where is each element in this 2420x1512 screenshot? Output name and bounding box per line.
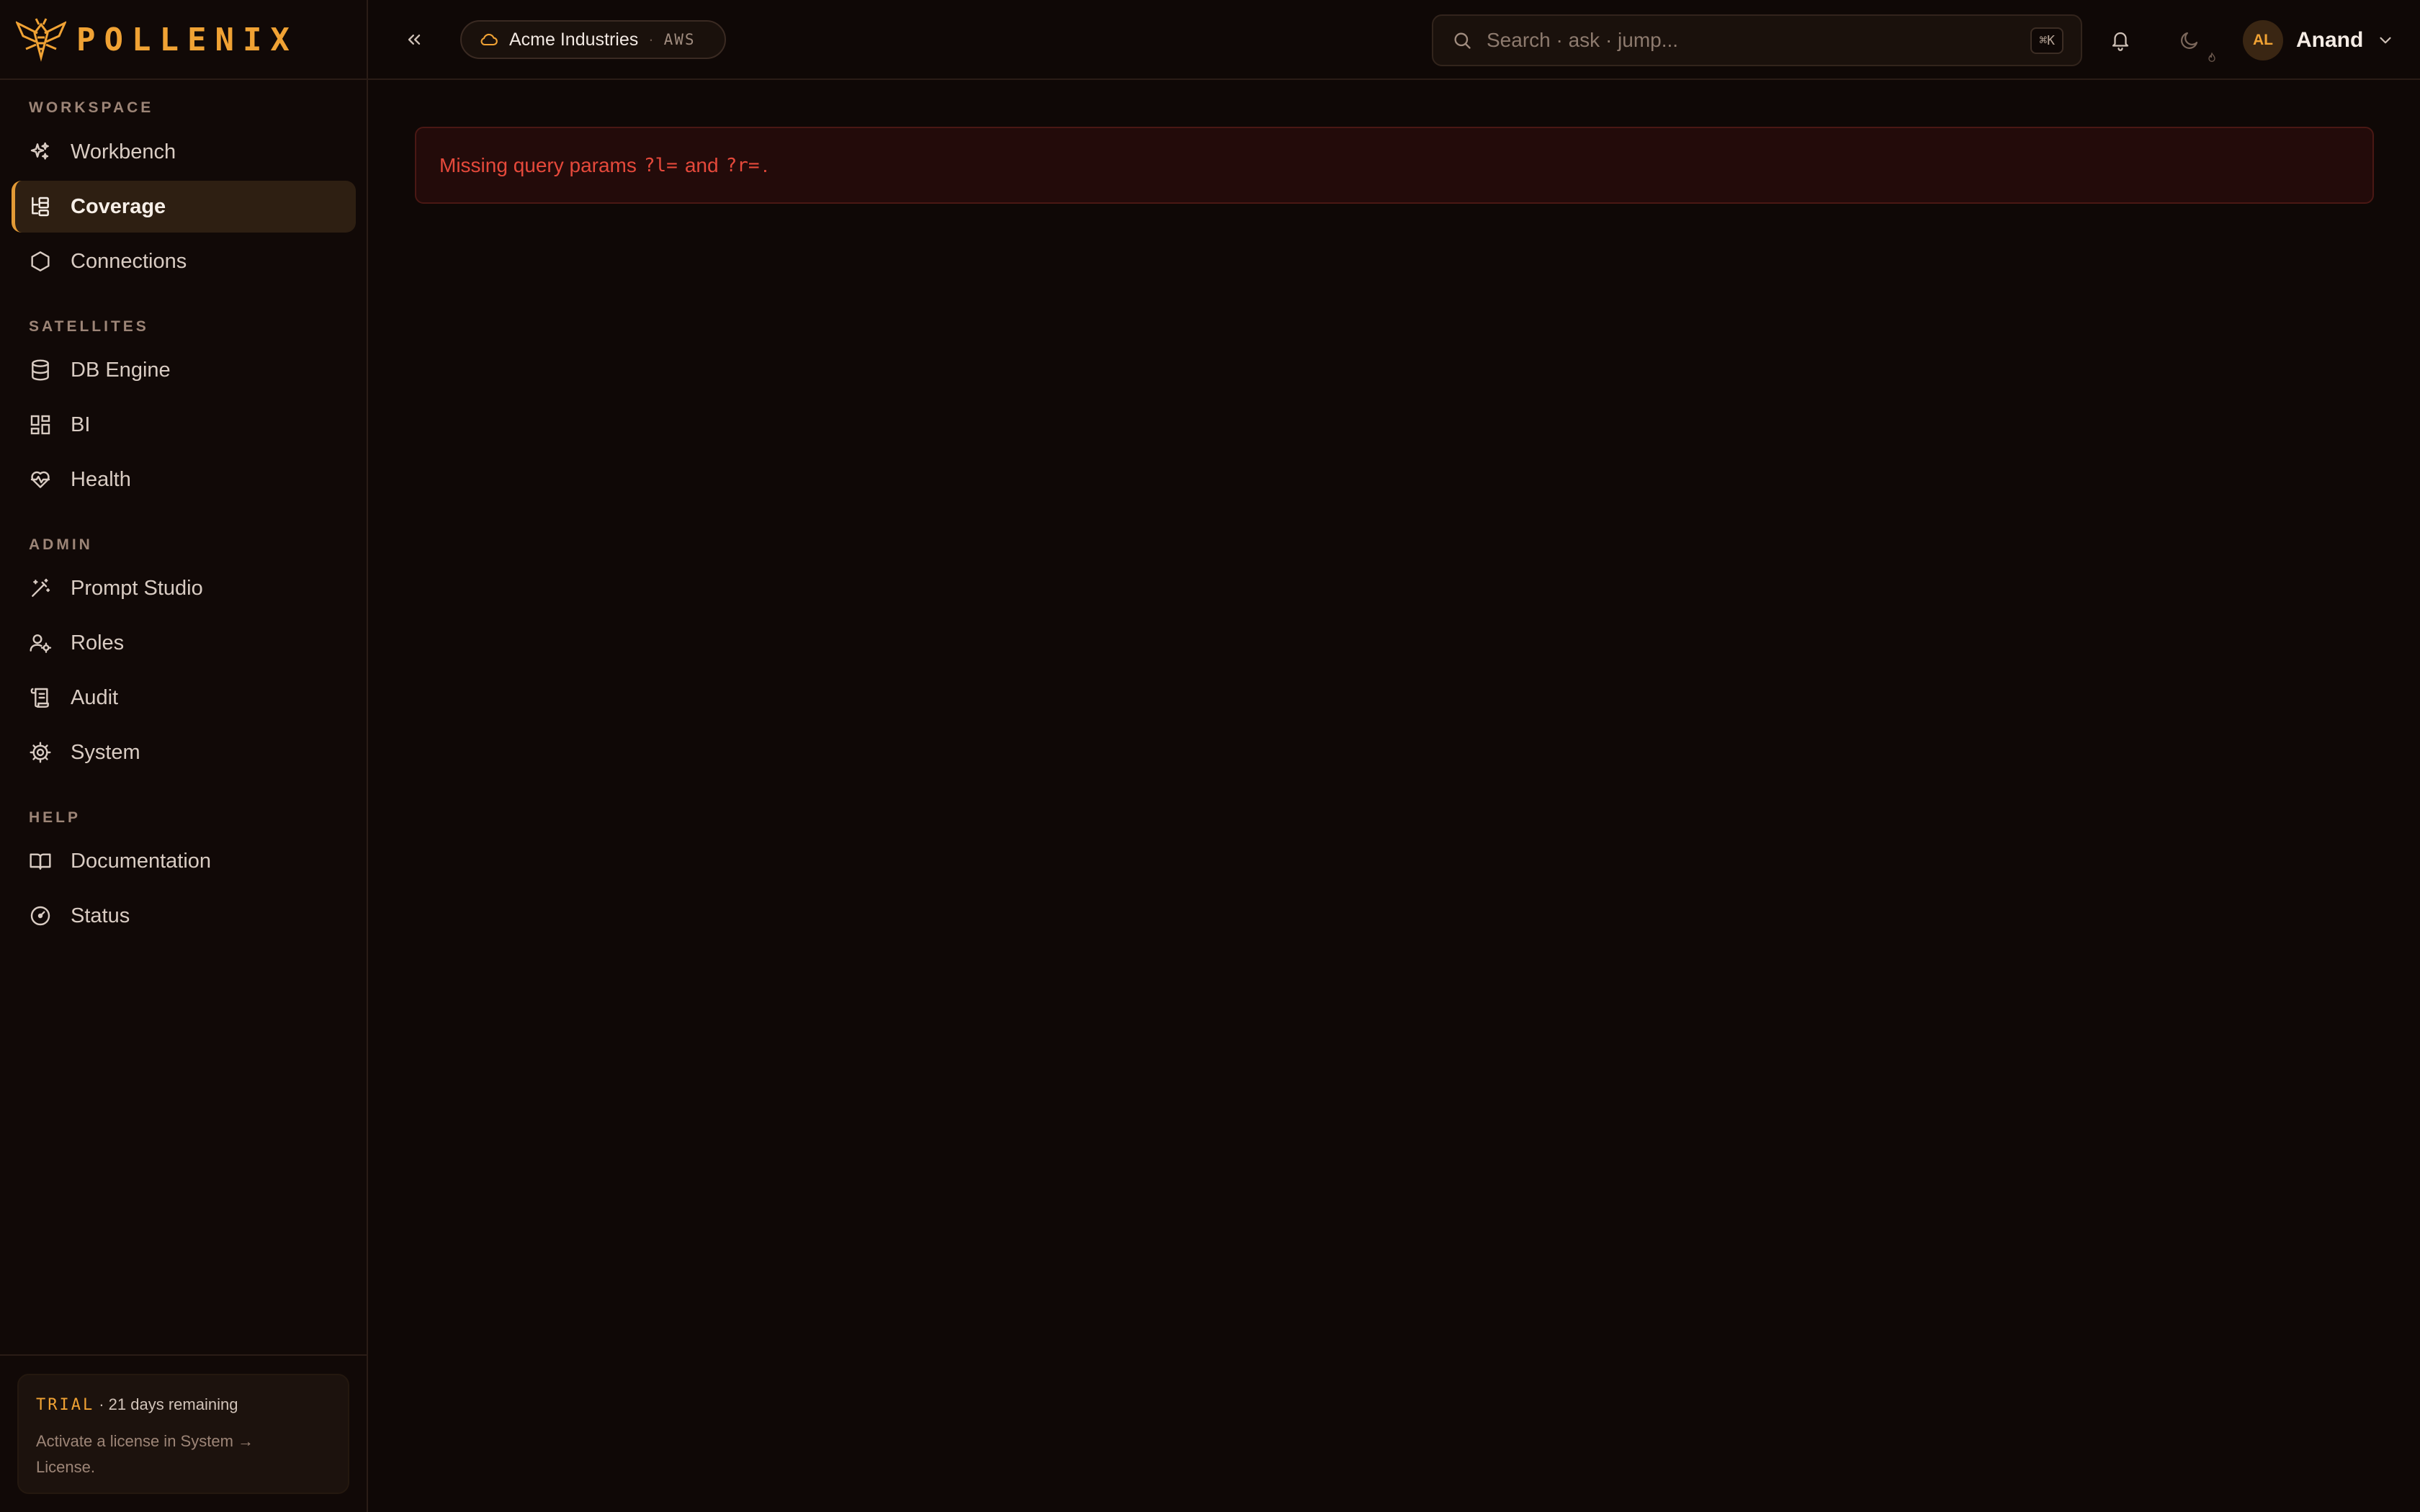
chevrons-left-icon <box>408 35 421 45</box>
gauge-icon <box>30 906 50 926</box>
sidebar-footer-divider <box>0 1354 368 1356</box>
trial-message: Activate a license in System → License. <box>36 1432 254 1476</box>
book-icon <box>30 853 51 870</box>
sidebar-item-status[interactable]: Status <box>12 890 356 942</box>
wand-icon <box>32 578 50 597</box>
error-banner: Missing query params ?l= and ?r= . <box>415 127 2374 204</box>
gear-icon <box>30 742 51 763</box>
trial-badge: TRIAL <box>36 1396 95 1414</box>
error-param-r: ?r= <box>725 154 760 176</box>
tenant-switcher[interactable]: Acme Industries · AWS <box>460 20 726 59</box>
trial-card: TRIAL · 21 days remaining Activate a lic… <box>17 1374 349 1494</box>
error-suffix: . <box>762 153 768 176</box>
error-conjunction: and <box>684 153 719 176</box>
sidebar-item-label: System <box>71 740 140 764</box>
section-label-workspace: WORKSPACE <box>29 99 154 116</box>
avatar: AL <box>2243 20 2283 60</box>
sidebar-divider <box>0 78 368 80</box>
sidebar-item-label: Audit <box>71 685 119 709</box>
brand-name: POLLENIX <box>76 21 298 58</box>
sidebar-item-label: Connections <box>71 249 187 273</box>
sidebar-item-label: Status <box>71 904 130 927</box>
cloud-icon <box>480 33 498 46</box>
notifications-button[interactable] <box>2103 23 2138 58</box>
section-label-help: HELP <box>29 809 81 826</box>
topbar: Acme Industries · AWS ⌘K AL Anand <box>368 0 2420 80</box>
sidebar-item-bi[interactable]: BI <box>12 399 356 451</box>
sidebar-item-system[interactable]: System <box>12 726 356 778</box>
sidebar-item-health[interactable]: Health <box>12 454 356 505</box>
collapse-sidebar-button[interactable] <box>398 24 430 55</box>
user-cog-icon <box>30 634 52 653</box>
flame-icon <box>2208 52 2215 62</box>
moon-icon <box>2181 32 2198 49</box>
tenant-separator: · <box>648 30 654 48</box>
sidebar-item-workbench[interactable]: Workbench <box>12 126 356 178</box>
sparkles-icon <box>30 142 49 160</box>
search-bar[interactable]: ⌘K <box>1432 14 2082 66</box>
sidebar-item-label: Health <box>71 467 131 491</box>
sidebar-item-connections[interactable]: Connections <box>12 235 356 287</box>
search-shortcut: ⌘K <box>2030 27 2063 54</box>
trial-remaining: · 21 days remaining <box>99 1395 238 1413</box>
section-label-satellites: SATELLITES <box>29 318 149 335</box>
hornet-logo-icon <box>16 18 66 62</box>
sidebar-item-coverage[interactable]: Coverage <box>12 181 356 233</box>
sidebar-item-db-engine[interactable]: DB Engine <box>12 344 356 396</box>
trial-status: TRIAL · 21 days remaining <box>36 1395 331 1414</box>
scroll-icon <box>30 688 49 708</box>
heart-pulse-icon <box>30 471 50 488</box>
error-param-l: ?l= <box>643 154 678 176</box>
section-label-admin: ADMIN <box>29 536 93 553</box>
tree-icon <box>32 197 49 217</box>
grid-icon <box>30 415 50 435</box>
sidebar-item-label: Workbench <box>71 140 176 163</box>
sidebar-item-audit[interactable]: Audit <box>12 672 356 724</box>
sidebar: POLLENIX WORKSPACE Workbench Coverage Co… <box>0 0 368 1512</box>
chevron-down-icon <box>2380 37 2391 44</box>
sidebar-item-label: Coverage <box>71 194 166 218</box>
sidebar-item-documentation[interactable]: Documentation <box>12 835 356 887</box>
sidebar-item-label: BI <box>71 413 91 436</box>
sidebar-item-label: Prompt Studio <box>71 576 203 600</box>
database-icon <box>32 359 49 381</box>
tenant-cloud-provider: AWS <box>663 31 696 48</box>
brand-logo[interactable]: POLLENIX <box>16 16 298 63</box>
search-icon <box>1454 32 1471 49</box>
sidebar-item-label: DB Engine <box>71 358 171 382</box>
sidebar-item-roles[interactable]: Roles <box>12 617 356 669</box>
search-input[interactable] <box>1487 29 2005 52</box>
theme-toggle-button[interactable] <box>2172 23 2207 58</box>
error-prefix: Missing query params <box>439 153 637 176</box>
user-menu[interactable]: AL Anand <box>2243 19 2395 62</box>
user-name: Anand <box>2296 28 2364 52</box>
hexagon-icon <box>31 251 50 271</box>
sidebar-item-label: Documentation <box>71 849 212 873</box>
sidebar-item-prompt-studio[interactable]: Prompt Studio <box>12 562 356 614</box>
bell-icon <box>2112 32 2129 51</box>
sidebar-item-label: Roles <box>71 631 125 654</box>
tenant-name: Acme Industries <box>509 29 639 50</box>
